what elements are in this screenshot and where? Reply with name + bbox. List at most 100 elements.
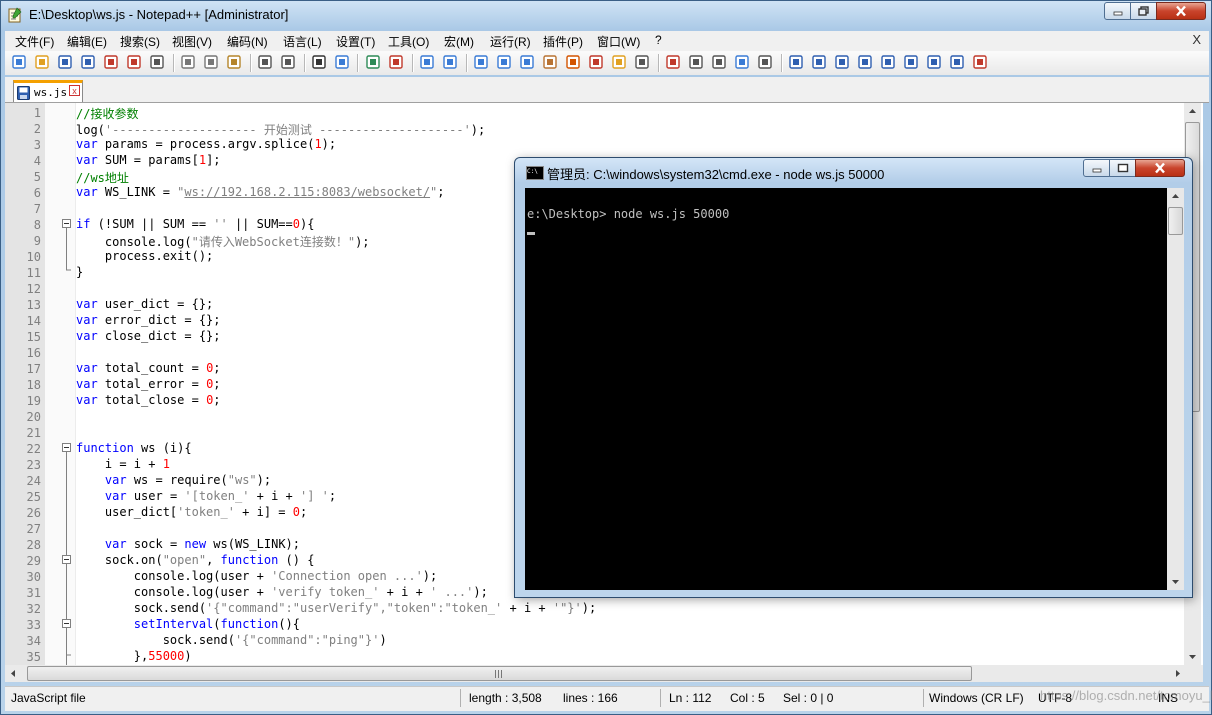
scroll-down-arrow-icon[interactable] (1184, 648, 1201, 665)
menu-window[interactable]: 窗口(W) (597, 33, 640, 50)
code-line[interactable]: var error_dict = {}; (76, 313, 221, 329)
scroll-up-arrow-icon[interactable] (1184, 103, 1201, 120)
notepad-titlebar[interactable]: E:\Desktop\ws.js - Notepad++ [Administra… (1, 1, 1211, 29)
arrow-up-icon[interactable] (880, 54, 896, 70)
code-line[interactable]: var ws = require("ws"); (76, 473, 271, 489)
code-line[interactable]: //ws地址 (76, 169, 129, 185)
code-line[interactable]: console.log(user + 'Connection open ...'… (76, 569, 437, 585)
editor-horizontal-scrollbar[interactable] (5, 665, 1203, 682)
tab-close-icon[interactable]: x (69, 85, 80, 96)
record-macro-icon[interactable] (665, 54, 681, 70)
plugin-4-icon[interactable] (857, 54, 873, 70)
show-all-chars-icon[interactable] (496, 54, 512, 70)
cmd-maximize-button[interactable] (1109, 159, 1136, 177)
code-line[interactable]: var close_dict = {}; (76, 329, 221, 345)
open-file-icon[interactable] (34, 54, 50, 70)
menu-search[interactable]: 搜索(S) (120, 33, 160, 50)
save-icon[interactable] (57, 54, 73, 70)
code-line[interactable]: var total_error = 0; (76, 377, 221, 393)
undo-icon[interactable] (257, 54, 273, 70)
code-line[interactable]: console.log("请传入WebSocket连接数！"); (76, 233, 370, 249)
zoom-in-icon[interactable] (365, 54, 381, 70)
code-line[interactable]: var SUM = params[1]; (76, 153, 221, 169)
code-line[interactable]: sock.send('{"command":"ping"}') (76, 633, 387, 649)
sync-horizontal-icon[interactable] (442, 54, 458, 70)
close-icon[interactable] (103, 54, 119, 70)
fold-margin[interactable] (45, 103, 76, 665)
print-icon[interactable] (149, 54, 165, 70)
close-document-button[interactable]: X (1192, 32, 1201, 47)
cmd-scrollbar-thumb[interactable] (1168, 207, 1183, 235)
menu-help[interactable]: ? (655, 33, 662, 47)
code-line[interactable]: sock.send('{"command":"userVerify","toke… (76, 601, 596, 617)
menu-edit[interactable]: 编辑(E) (67, 33, 107, 50)
function-list-icon[interactable] (588, 54, 604, 70)
scroll-left-arrow-icon[interactable] (5, 665, 22, 682)
play-macro-icon[interactable] (711, 54, 727, 70)
menu-plugins[interactable]: 插件(P) (543, 33, 583, 50)
horizontal-scrollbar-thumb[interactable] (27, 666, 972, 681)
menu-file[interactable]: 文件(F) (15, 33, 54, 50)
run-macro-multiple-icon[interactable] (734, 54, 750, 70)
code-line[interactable]: process.exit(); (76, 249, 213, 265)
plugin-6-icon[interactable] (949, 54, 965, 70)
status-eol[interactable]: Windows (CR LF) (929, 691, 1024, 705)
code-line[interactable]: var WS_LINK = "ws://192.168.2.115:8083/w… (76, 185, 445, 201)
user-language-icon[interactable] (542, 54, 558, 70)
code-line[interactable]: var user = '[token_' + i + '] '; (76, 489, 336, 505)
find-icon[interactable] (311, 54, 327, 70)
indent-guide-icon[interactable] (519, 54, 535, 70)
copy-icon[interactable] (203, 54, 219, 70)
menu-encoding[interactable]: 编码(N) (227, 33, 268, 50)
menu-view[interactable]: 视图(V) (172, 33, 212, 50)
scroll-up-arrow-icon[interactable] (1167, 188, 1184, 205)
code-line[interactable]: sock.on("open", function () { (76, 553, 315, 569)
code-line[interactable]: i = i + 1 (76, 457, 170, 473)
code-line[interactable]: //接收参数 (76, 105, 138, 121)
close-button[interactable] (1156, 2, 1206, 20)
plugin-5-icon[interactable] (926, 54, 942, 70)
zoom-out-icon[interactable] (388, 54, 404, 70)
arrow-down-icon[interactable] (903, 54, 919, 70)
code-line[interactable]: var user_dict = {}; (76, 297, 213, 313)
tab-ws-js[interactable]: ws.js x (13, 80, 83, 102)
menu-run[interactable]: 运行(R) (490, 33, 531, 50)
save-macro-icon[interactable] (757, 54, 773, 70)
code-line[interactable]: user_dict['token_' + i] = 0; (76, 505, 307, 521)
cmd-console[interactable]: e:\Desktop> node ws.js 50000 (525, 188, 1167, 590)
folder-workspace-icon[interactable] (611, 54, 627, 70)
cmd-window[interactable]: C:\ 管理员: C:\windows\system32\cmd.exe - n… (514, 157, 1193, 598)
word-wrap-icon[interactable] (473, 54, 489, 70)
code-line[interactable]: },55000) (76, 649, 192, 665)
code-line[interactable]: var sock = new ws(WS_LINK); (76, 537, 300, 553)
cmd-close-button[interactable] (1135, 159, 1185, 177)
cmd-vertical-scrollbar[interactable] (1167, 188, 1184, 590)
scroll-right-arrow-icon[interactable] (1169, 665, 1186, 682)
save-all-icon[interactable] (80, 54, 96, 70)
cut-icon[interactable] (180, 54, 196, 70)
code-line[interactable]: var total_count = 0; (76, 361, 221, 377)
plugin-2-icon[interactable] (811, 54, 827, 70)
menu-tools[interactable]: 工具(O) (388, 33, 429, 50)
replace-icon[interactable] (334, 54, 350, 70)
plugin-1-icon[interactable] (788, 54, 804, 70)
code-line[interactable]: function ws (i){ (76, 441, 192, 457)
scroll-down-arrow-icon[interactable] (1167, 573, 1184, 590)
code-line[interactable]: setInterval(function(){ (76, 617, 300, 633)
menu-macro[interactable]: 宏(M) (444, 33, 474, 50)
stop-record-icon[interactable] (688, 54, 704, 70)
minimize-button[interactable] (1104, 2, 1131, 20)
maximize-button[interactable] (1130, 2, 1157, 20)
code-line[interactable]: var total_close = 0; (76, 393, 221, 409)
menu-language[interactable]: 语言(L) (283, 33, 322, 50)
close-all-icon[interactable] (126, 54, 142, 70)
code-line[interactable]: } (76, 265, 83, 281)
document-map-icon[interactable] (565, 54, 581, 70)
code-line[interactable]: if (!SUM || SUM == '' || SUM==0){ (76, 217, 314, 233)
plugin-3-icon[interactable] (834, 54, 850, 70)
code-line[interactable]: log('-------------------- 开始测试 ---------… (76, 121, 485, 137)
spell-check-icon[interactable] (972, 54, 988, 70)
code-line[interactable]: var params = process.argv.splice(1); (76, 137, 336, 153)
redo-icon[interactable] (280, 54, 296, 70)
sync-vertical-icon[interactable] (419, 54, 435, 70)
